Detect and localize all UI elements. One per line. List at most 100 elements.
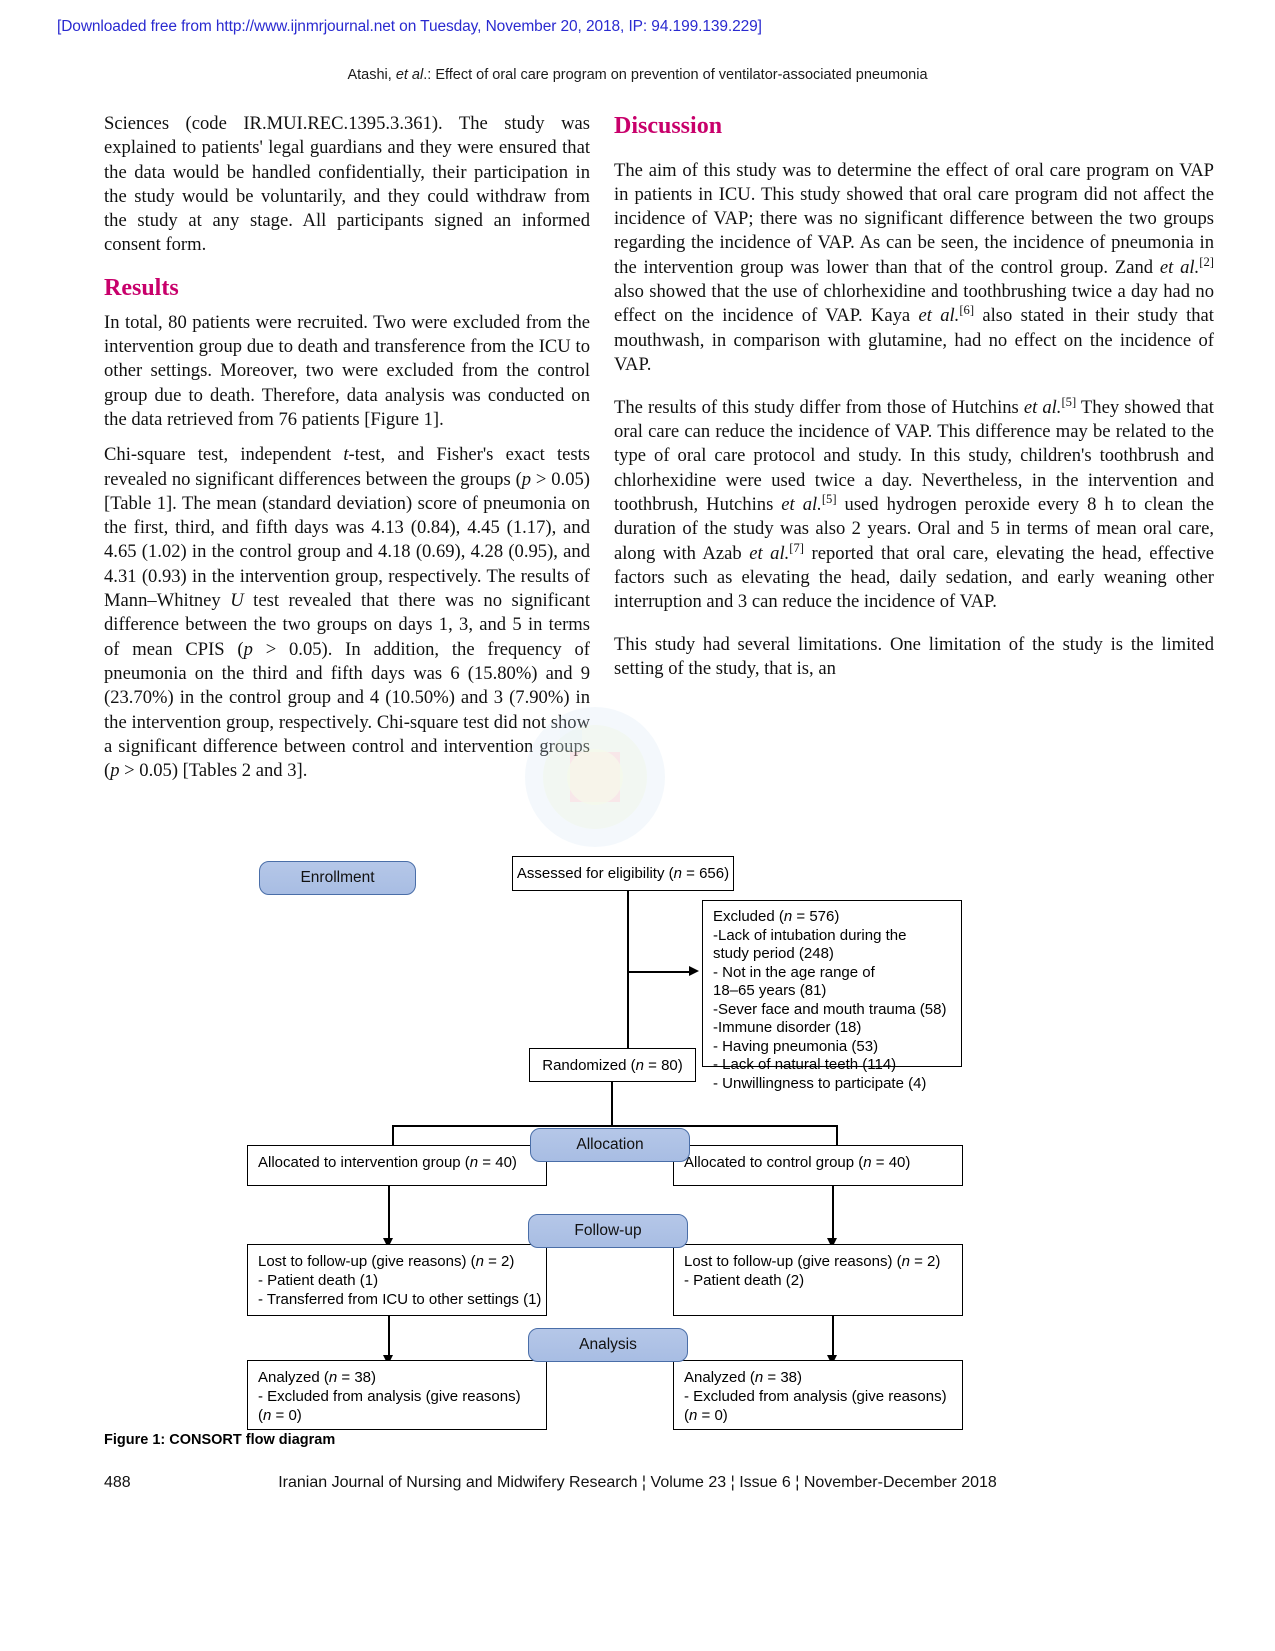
box-analyzed-intervention: Analyzed (n = 38) - Excluded from analys…: [247, 1360, 547, 1430]
alloc-left-post: = 40): [478, 1154, 517, 1171]
followup-right-line2: - Patient death (2): [684, 1272, 805, 1289]
followup-left-line2: - Patient death (1): [258, 1272, 379, 1289]
stat-italic-p2: p: [243, 638, 253, 660]
box-followup-intervention: Lost to follow-up (give reasons) (n = 2)…: [247, 1244, 547, 1316]
analysis-right-line3: (n = 0): [684, 1406, 952, 1425]
disc2-sup-1: [5]: [1061, 394, 1077, 409]
randomized-post: = 80): [643, 1056, 683, 1074]
stat-italic-p3: p: [110, 760, 120, 782]
box-assessed-eligibility: Assessed for eligibility (n = 656): [512, 856, 734, 891]
followup-left-pre: Lost to follow-up (give reasons) (: [258, 1253, 476, 1270]
box-allocated-intervention: Allocated to intervention group (n = 40): [247, 1145, 547, 1186]
assessed-italic-n: n: [673, 865, 682, 882]
line-randomized-down: [611, 1082, 613, 1126]
disc1-sup-1: [2]: [1199, 254, 1214, 269]
line-alloc-left-to-followup: [388, 1186, 390, 1243]
analysis-right-line1: Analyzed (n = 38): [684, 1368, 952, 1387]
stage-analysis: Analysis: [528, 1328, 688, 1362]
disc1-sup-2: [6]: [959, 303, 975, 318]
randomized-italic-n: n: [635, 1056, 644, 1074]
alloc-left-text: Allocated to intervention group (n = 40): [258, 1153, 536, 1172]
running-head-prefix: Atashi,: [347, 67, 396, 83]
line-assessed-to-randomized: [627, 891, 629, 1057]
excluded-title-italic-n: n: [783, 908, 793, 925]
stage-enrollment: Enrollment: [259, 861, 416, 895]
journal-page: [Downloaded free from http://www.ijnmrjo…: [0, 0, 1275, 1651]
analysis-left-pre: Analyzed (: [258, 1369, 329, 1386]
download-banner: [Downloaded free from http://www.ijnmrjo…: [57, 18, 762, 35]
randomized-text: Randomized (n = 80): [542, 1056, 683, 1075]
line-alloc-right-to-followup: [832, 1186, 834, 1243]
analysis-left-line2: - Excluded from analysis (give reasons): [258, 1388, 521, 1405]
analysis-right-post: = 38): [763, 1369, 802, 1386]
followup-right-post: = 2): [909, 1253, 941, 1270]
discussion-para-1: The aim of this study was to determine t…: [614, 159, 1214, 378]
discussion-heading: Discussion: [614, 113, 723, 139]
analysis-right-pre: Analyzed (: [684, 1369, 755, 1386]
stat-frag-1: Chi-square test, independent: [104, 444, 344, 466]
excluded-item: -Immune disorder (18): [713, 1019, 862, 1036]
followup-left-italic-n: n: [475, 1253, 484, 1270]
stage-analysis-label: Analysis: [579, 1336, 637, 1353]
analysis-left-post: = 38): [337, 1369, 376, 1386]
excluded-title-pre: Excluded (: [713, 908, 784, 925]
excluded-title-post: = 576): [792, 908, 840, 925]
left-para-statistics: Chi-square test, independent t-test, and…: [104, 443, 590, 783]
followup-right-pre: Lost to follow-up (give reasons) (: [684, 1253, 902, 1270]
line-followup-left-to-analysis: [388, 1316, 390, 1360]
consort-flow-diagram: Enrollment Assessed for eligibility (n =…: [0, 840, 1275, 1430]
excluded-item: - Lack of natural teeth (114): [713, 1056, 897, 1073]
excluded-item: 18–65 years (81): [713, 982, 827, 999]
stage-followup-label: Follow-up: [574, 1222, 642, 1239]
alloc-left-pre: Allocated to intervention group (: [258, 1154, 470, 1171]
disc2-frag-1: The results of this study differ from th…: [614, 396, 1024, 418]
followup-left-line3: - Transferred from ICU to other settings…: [258, 1291, 542, 1308]
figure-caption: Figure 1: CONSORT flow diagram: [104, 1432, 336, 1448]
line-to-excluded: [627, 971, 689, 973]
alloc-right-text: Allocated to control group (n = 40): [684, 1153, 952, 1172]
alloc-right-pre: Allocated to control group (: [684, 1154, 864, 1171]
disc2-sup-2: [5]: [821, 491, 837, 506]
left-column: Sciences (code IR.MUI.REC.1395.3.361). T…: [104, 112, 590, 794]
stage-allocation: Allocation: [530, 1128, 690, 1162]
running-head-suffix: .: Effect of oral care program on preven…: [423, 67, 928, 83]
stat-italic-p1: p: [521, 468, 532, 490]
excluded-title: Excluded (n = 576): [713, 908, 951, 927]
assessed-post: = 656): [681, 865, 730, 882]
excluded-item: study period (248): [713, 945, 834, 962]
analysis-right-line2: - Excluded from analysis (give reasons): [684, 1388, 947, 1405]
running-head: Atashi, et al.: Effect of oral care prog…: [0, 67, 1275, 83]
alloc-left-italic-n: n: [469, 1154, 479, 1171]
analysis-left-l3-post: = 0): [271, 1407, 302, 1424]
followup-left-post: = 2): [483, 1253, 515, 1270]
disc1-frag-1: The aim of this study was to determine t…: [614, 159, 1214, 278]
randomized-pre: Randomized (: [542, 1056, 636, 1074]
line-followup-right-to-analysis: [832, 1316, 834, 1360]
discussion-para-3: This study had several limitations. One …: [614, 634, 1214, 680]
excluded-item: -Sever face and mouth trauma (58): [713, 1000, 947, 1018]
analysis-right-l3-post: = 0): [697, 1407, 728, 1424]
stage-enrollment-label: Enrollment: [300, 869, 375, 886]
excluded-item: - Unwillingness to participate (4): [713, 1074, 927, 1092]
box-randomized: Randomized (n = 80): [529, 1048, 696, 1082]
left-para-ethics: Sciences (code IR.MUI.REC.1395.3.361). T…: [104, 113, 590, 256]
analysis-left-italic-n: n: [328, 1369, 338, 1386]
line-allocation-split: [392, 1125, 837, 1127]
stat-italic-u: U: [230, 590, 244, 612]
stat-frag-6: > 0.05) [Tables 2 and 3].: [119, 760, 308, 782]
followup-right-italic-n: n: [901, 1253, 910, 1270]
analysis-left-line1: Analyzed (n = 38): [258, 1368, 536, 1387]
disc2-italic-1: et al.: [1023, 396, 1062, 418]
alloc-right-post: = 40): [871, 1154, 911, 1171]
left-para-recruitment: In total, 80 patients were recruited. Tw…: [104, 311, 590, 430]
results-heading: Results: [104, 274, 179, 301]
followup-right-line1: Lost to follow-up (give reasons) (n = 2): [684, 1252, 952, 1271]
analysis-left-line3: (n = 0): [258, 1406, 536, 1425]
excluded-item: - Not in the age range of: [713, 963, 875, 981]
excluded-item: -Lack of intubation during the: [713, 926, 907, 944]
box-allocated-control: Allocated to control group (n = 40): [673, 1145, 963, 1186]
footer-journal-line: Iranian Journal of Nursing and Midwifery…: [278, 1474, 997, 1491]
box-followup-control: Lost to follow-up (give reasons) (n = 2)…: [673, 1244, 963, 1316]
stage-followup: Follow-up: [528, 1214, 688, 1248]
assessed-text: Assessed for eligibility (n = 656): [517, 864, 729, 883]
